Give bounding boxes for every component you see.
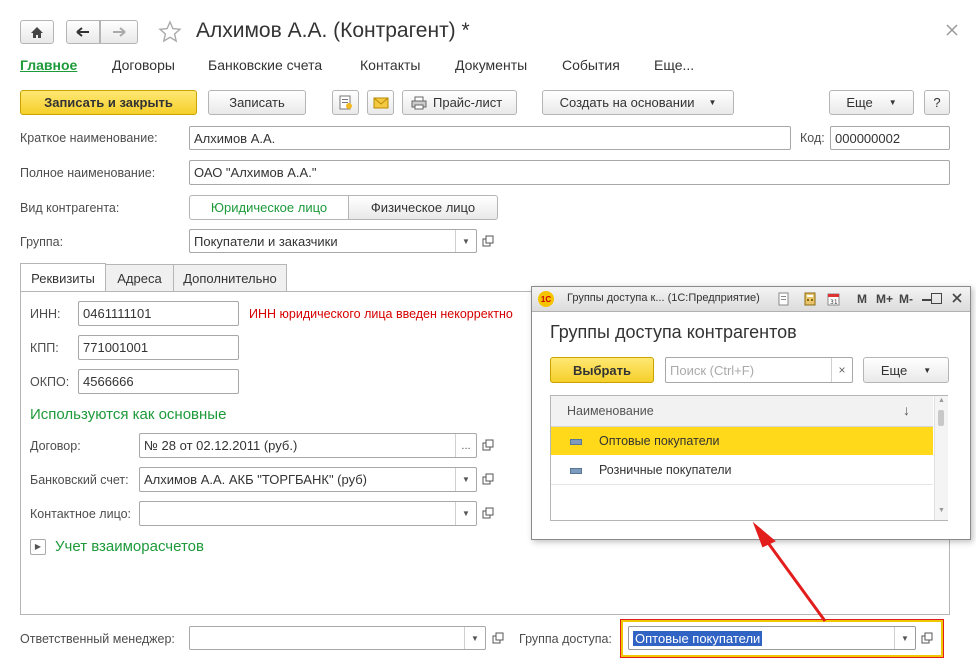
annotation-arrow bbox=[752, 521, 827, 622]
